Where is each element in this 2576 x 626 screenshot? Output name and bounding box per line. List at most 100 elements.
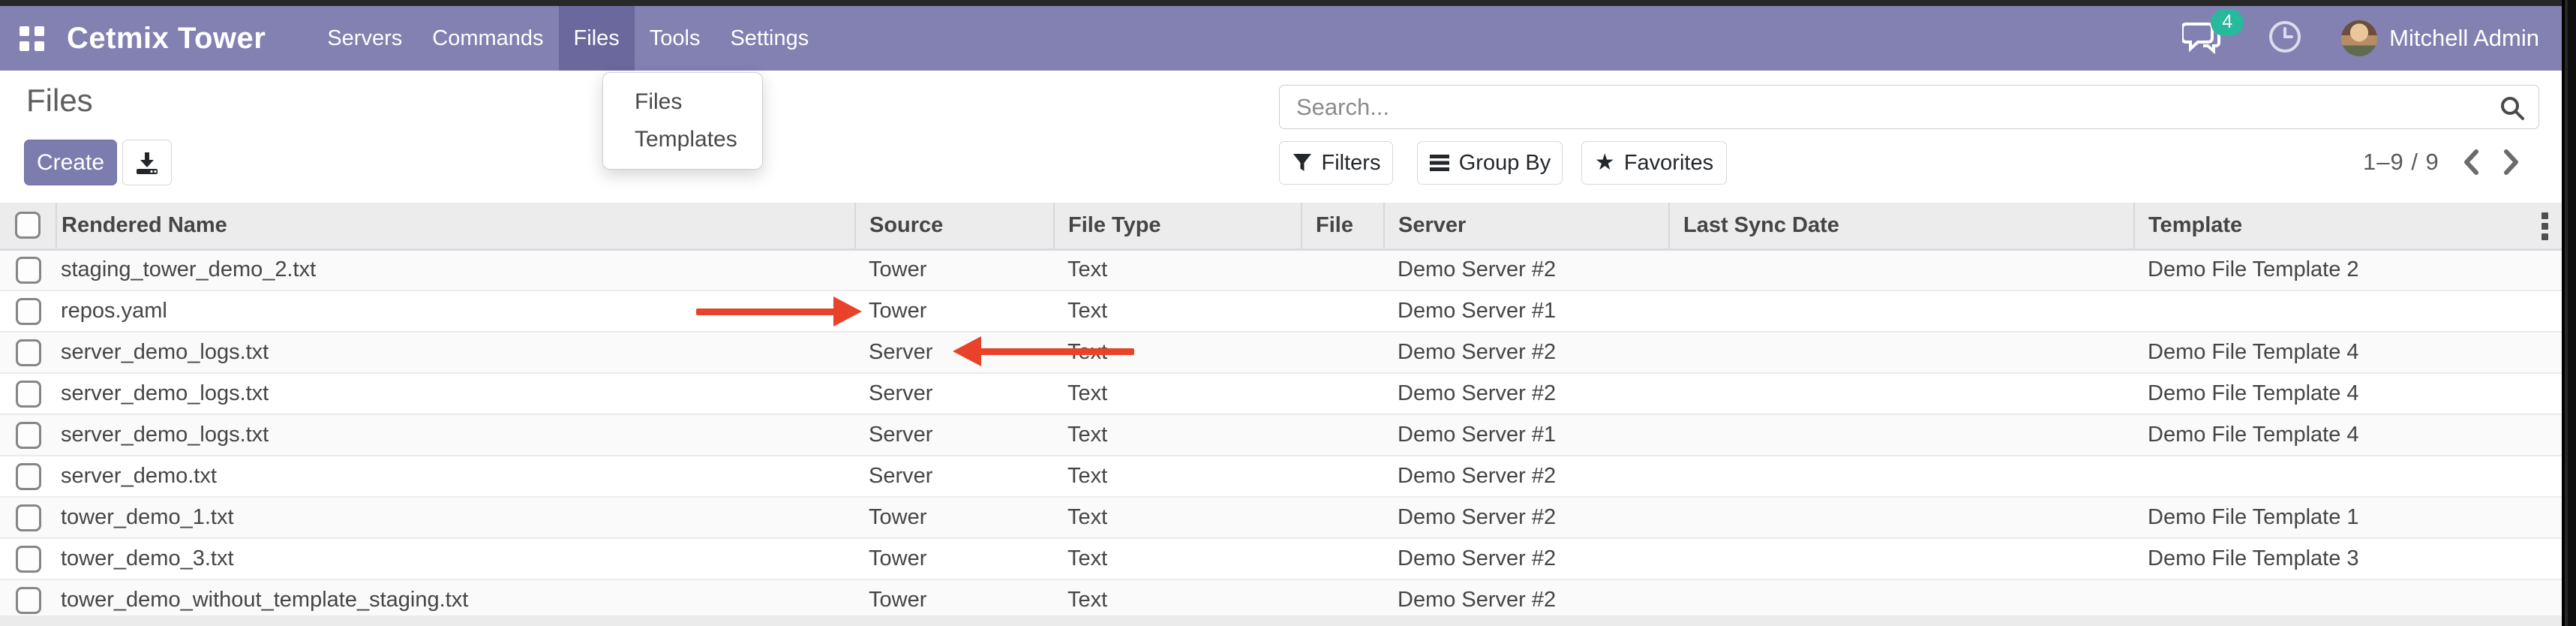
user-name: Mitchell Admin: [2389, 25, 2539, 52]
search-box: [1279, 85, 2539, 129]
cell-last-sync-date: [1669, 373, 2134, 414]
row-checkbox[interactable]: [16, 546, 41, 573]
cell-file: [1302, 579, 1384, 615]
cell-source: Tower: [855, 497, 1054, 538]
cell-file-type: Text: [1054, 456, 1302, 497]
cell-template: [2134, 579, 2562, 615]
row-checkbox[interactable]: [16, 422, 41, 449]
cell-file: [1302, 332, 1384, 373]
table-row[interactable]: server_demo.txt Server Text Demo Server …: [0, 456, 2562, 497]
brand-title[interactable]: Cetmix Tower: [67, 22, 266, 56]
cell-template: [2134, 290, 2562, 332]
table-row[interactable]: server_demo_logs.txt Server Text Demo Se…: [0, 332, 2562, 373]
cell-file: [1302, 414, 1384, 456]
cell-file: [1302, 249, 1384, 290]
pager: 1–9 / 9: [2363, 149, 2520, 176]
column-header-rendered-name[interactable]: Rendered Name: [56, 203, 855, 249]
export-button[interactable]: [122, 140, 172, 185]
cell-file: [1302, 290, 1384, 332]
cell-template: [2134, 456, 2562, 497]
cell-template: Demo File Template 2: [2134, 249, 2562, 290]
table-row[interactable]: tower_demo_1.txt Tower Text Demo Server …: [0, 497, 2562, 538]
column-header-last-sync-date[interactable]: Last Sync Date: [1669, 203, 2134, 249]
funnel-icon: [1292, 152, 1313, 173]
dropdown-item-templates[interactable]: Templates: [603, 121, 762, 158]
column-header-file-type[interactable]: File Type: [1054, 203, 1302, 249]
row-checkbox[interactable]: [16, 587, 41, 614]
column-header-file[interactable]: File: [1302, 203, 1384, 249]
table-row[interactable]: staging_tower_demo_2.txt Tower Text Demo…: [0, 249, 2562, 290]
menu-item-files[interactable]: Files: [559, 6, 635, 71]
cell-source: Tower: [855, 579, 1054, 615]
cell-rendered-name: tower_demo_3.txt: [56, 538, 855, 579]
pager-next-icon[interactable]: [2502, 149, 2520, 176]
cell-rendered-name: server_demo_logs.txt: [56, 373, 855, 414]
row-checkbox[interactable]: [16, 381, 41, 408]
cell-template: Demo File Template 3: [2134, 538, 2562, 579]
cell-server: Demo Server #2: [1384, 497, 1669, 538]
cell-last-sync-date: [1669, 497, 2134, 538]
row-checkbox[interactable]: [16, 463, 41, 490]
apps-grid-icon[interactable]: [20, 26, 44, 51]
row-checkbox[interactable]: [16, 504, 41, 531]
table-row[interactable]: server_demo_logs.txt Server Text Demo Se…: [0, 373, 2562, 414]
cell-file-type: Text: [1054, 497, 1302, 538]
cell-source: Tower: [855, 538, 1054, 579]
navbar-right: 4 Mitchell Admin: [2182, 20, 2539, 58]
column-header-source[interactable]: Source: [855, 203, 1054, 249]
column-options-icon[interactable]: [2541, 212, 2548, 240]
cell-last-sync-date: [1669, 414, 2134, 456]
cell-file: [1302, 538, 1384, 579]
cell-file-type: Text: [1054, 538, 1302, 579]
table-row[interactable]: repos.yaml Tower Text Demo Server #1: [0, 290, 2562, 332]
cell-file-type: Text: [1054, 414, 1302, 456]
activities-icon[interactable]: [2268, 20, 2302, 58]
messages-icon[interactable]: 4: [2182, 20, 2224, 58]
cell-template: Demo File Template 4: [2134, 373, 2562, 414]
favorites-button[interactable]: ★ Favorites: [1581, 141, 1727, 185]
files-menu-dropdown: Files Templates: [602, 72, 763, 170]
cell-last-sync-date: [1669, 249, 2134, 290]
files-list-view: Rendered Name Source File Type File Serv…: [0, 203, 2562, 615]
column-header-server[interactable]: Server: [1384, 203, 1669, 249]
row-checkbox[interactable]: [16, 339, 41, 366]
menu-item-commands[interactable]: Commands: [417, 6, 558, 71]
pager-previous-icon[interactable]: [2462, 149, 2480, 176]
row-checkbox[interactable]: [16, 257, 41, 284]
menu-item-tools[interactable]: Tools: [635, 6, 716, 71]
table-row[interactable]: tower_demo_3.txt Tower Text Demo Server …: [0, 538, 2562, 579]
menu-item-settings[interactable]: Settings: [715, 6, 824, 71]
cell-last-sync-date: [1669, 456, 2134, 497]
row-checkbox[interactable]: [16, 298, 41, 325]
window-right-edge: [2562, 0, 2576, 626]
pager-value[interactable]: 1–9 / 9: [2363, 149, 2439, 176]
group-by-button[interactable]: Group By: [1417, 141, 1563, 185]
cell-server: Demo Server #2: [1384, 579, 1669, 615]
cell-rendered-name: tower_demo_1.txt: [56, 497, 855, 538]
avatar: [2341, 20, 2377, 56]
cell-server: Demo Server #2: [1384, 373, 1669, 414]
cell-file-type: Text: [1054, 373, 1302, 414]
filters-button[interactable]: Filters: [1279, 141, 1393, 185]
star-icon: ★: [1595, 152, 1615, 174]
search-icon[interactable]: [2498, 94, 2526, 126]
cell-file: [1302, 456, 1384, 497]
window-top-edge: [0, 0, 2576, 6]
create-button[interactable]: Create: [24, 140, 117, 185]
cell-file: [1302, 497, 1384, 538]
annotation-arrow-left: [953, 336, 1136, 367]
table-row[interactable]: tower_demo_without_template_staging.txt …: [0, 579, 2562, 615]
dropdown-item-files[interactable]: Files: [603, 83, 762, 121]
cell-file-type: Text: [1054, 249, 1302, 290]
cell-server: Demo Server #2: [1384, 249, 1669, 290]
menu-item-servers[interactable]: Servers: [312, 6, 417, 71]
column-header-template[interactable]: Template: [2134, 203, 2562, 249]
group-by-icon: [1429, 153, 1450, 173]
search-input[interactable]: [1280, 86, 2538, 128]
select-all-checkbox[interactable]: [15, 212, 41, 239]
cell-server: Demo Server #2: [1384, 456, 1669, 497]
user-menu[interactable]: Mitchell Admin: [2341, 20, 2539, 56]
cell-rendered-name: server_demo_logs.txt: [56, 332, 855, 373]
table-row[interactable]: server_demo_logs.txt Server Text Demo Se…: [0, 414, 2562, 456]
cell-source: Server: [855, 456, 1054, 497]
